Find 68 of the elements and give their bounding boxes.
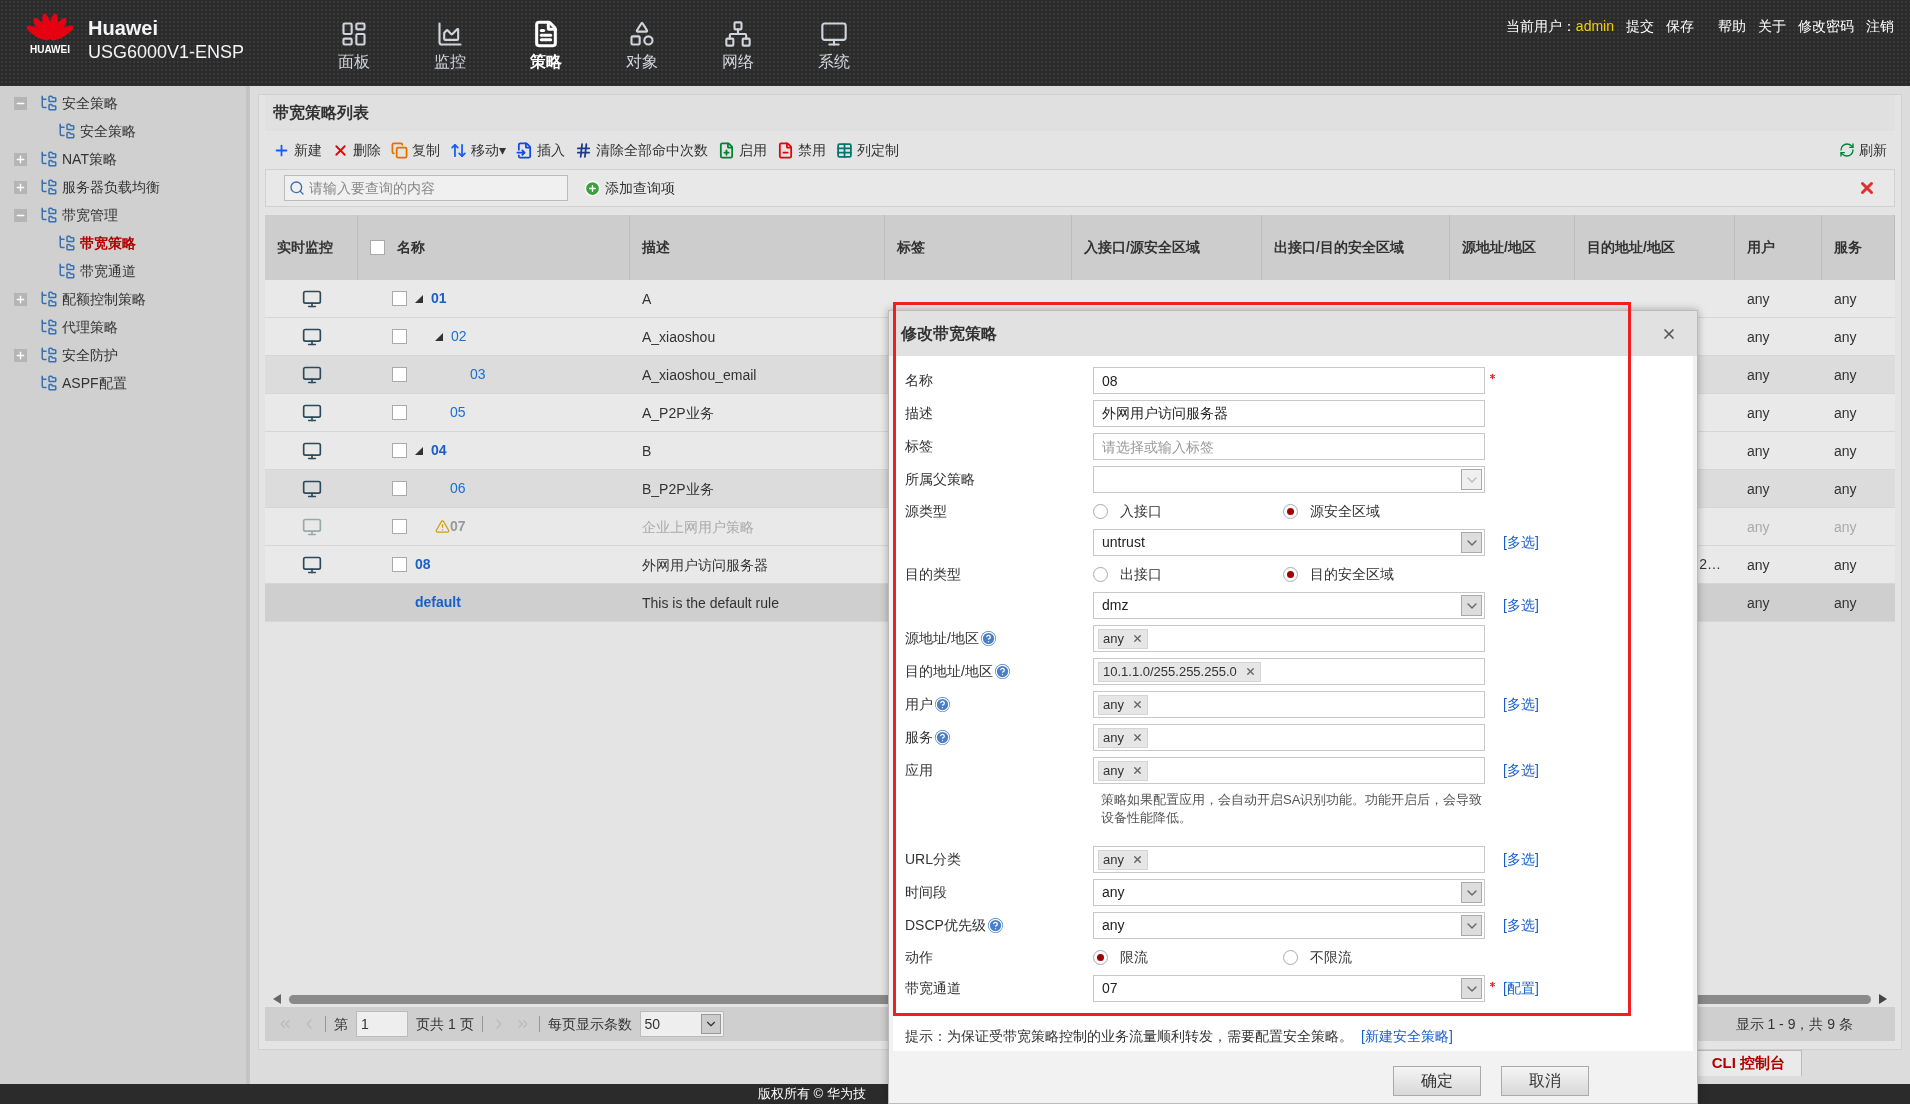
table-cell-text: 2… [1699,555,1721,574]
per-page-label: 每页显示条数 [547,1014,632,1034]
table-cell: any [1747,290,1770,307]
field-label: 所属父策略 [905,470,975,489]
model-name: USG6000V1-ENSP [88,41,246,64]
tag-text: any [1103,761,1124,780]
field-label: 源类型 [905,501,947,521]
field-label: 描述 [905,404,933,423]
page-label: 第 [334,1014,348,1034]
logo-text: HUAWEI [30,43,70,57]
table-cell: any [1747,594,1770,611]
field-label: 标签 [905,437,933,456]
table-cell: A_xiaoshou_email [642,366,757,383]
table-cell: any [1834,366,1857,383]
tag-text: 10.1.1.0/255.255.255.0 [1103,662,1237,681]
table-cell: any [1747,404,1770,421]
note-text: 策略如果配置应用，会自动开启SA识别功能。功能开启后，会导致设备性能降低。 [1100,791,1483,827]
current-user-label: 当前用户：admin [1505,17,1614,36]
field-label: 目的类型 [905,564,961,584]
radio-label: 入接口 [1120,501,1162,521]
brand-name: Huawei [88,16,160,40]
table-cell: any [1747,366,1770,383]
dialog-title: 修改带宽策略 [901,323,997,344]
page-total: 页共 1 页 [416,1014,474,1034]
tag-text: any [1103,850,1124,869]
tag-text: any [1103,629,1124,648]
field-label: 动作 [905,947,933,967]
field-label: 服务 [905,728,933,747]
radio-label: 目的安全区域 [1310,564,1394,584]
table-cell: any [1834,594,1857,611]
table-cell: any [1834,328,1857,345]
table-cell: any [1747,442,1770,459]
radio-label: 出接口 [1120,564,1162,584]
table-cell: This is the default rule [642,594,779,611]
radio-label: 源安全区域 [1310,501,1380,521]
field-label: 应用 [905,761,933,780]
field-label: 目的地址/地区 [905,662,993,681]
table-cell: any [1834,404,1857,421]
tag-text: any [1103,728,1124,747]
table-cell: any [1747,556,1770,573]
field-label: 时间段 [905,883,947,902]
table-cell: A_xiaoshou [642,328,716,345]
field-label: DSCP优先级 [905,916,986,935]
field-label: 用户 [905,695,933,714]
field-label: URL分类 [905,850,961,869]
table-cell: any [1747,328,1770,345]
table-cell: B [642,442,652,459]
tag-text: any [1103,695,1124,714]
table-cell: B_P2P业务 [642,480,714,497]
table-cell: 外网用户访问服务器 [642,556,768,573]
table-cell: any [1834,518,1857,535]
table-cell: any [1834,290,1857,307]
table-cell: any [1747,480,1770,497]
table-cell: any [1834,480,1857,497]
radio-label: 限流 [1120,947,1148,967]
table-cell: any [1834,556,1857,573]
table-cell: A_P2P业务 [642,404,714,421]
table-cell: any [1834,442,1857,459]
field-label: 名称 [905,371,933,390]
page-summary: 显示 1 - 9，共 9 条 [1735,1014,1853,1034]
field-label: 源地址/地区 [905,629,979,648]
table-cell: any [1747,518,1770,535]
field-label: 带宽通道 [905,979,961,998]
table-cell: A [642,290,652,307]
radio-label: 不限流 [1310,947,1352,967]
copyright-text: 版权所有 © 华为技 [758,1085,866,1104]
hint-text: 提示：为保证受带宽策略控制的业务流量顺利转发，需要配置安全策略。 [905,1026,1353,1046]
panel-title: 带宽策略列表 [273,103,369,123]
